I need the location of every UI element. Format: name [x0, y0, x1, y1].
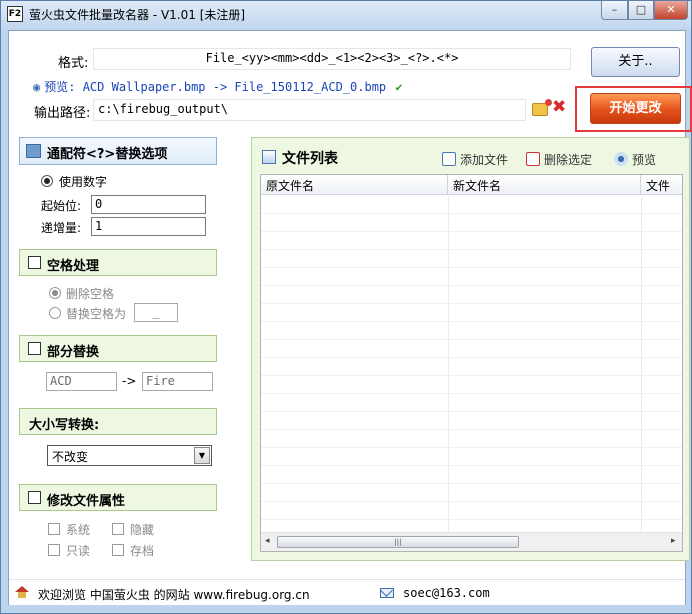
column-header-file[interactable]: 文件	[641, 175, 682, 195]
delete-space-radio[interactable]	[49, 287, 61, 299]
window-title: 萤火虫文件批量改名器 - V1.01 [未注册]	[29, 8, 246, 22]
maximize-button[interactable]: □	[628, 1, 654, 20]
readonly-attr-label: 只读	[66, 544, 91, 558]
eye-icon: ◉	[33, 80, 41, 94]
scroll-left-icon[interactable]: ◂	[265, 536, 270, 546]
scrollbar-thumb[interactable]: |||	[277, 536, 519, 548]
space-enable-checkbox[interactable]	[28, 256, 41, 269]
replace-space-label: 替换空格为	[66, 307, 127, 321]
hidden-attr-checkbox[interactable]	[112, 523, 124, 535]
column-header-new[interactable]: 新文件名	[448, 175, 641, 195]
email-link[interactable]: soec@163.com	[403, 586, 490, 600]
start-pos-input[interactable]: 0	[91, 195, 206, 214]
attributes-checkbox[interactable]	[28, 491, 41, 504]
replace-arrow: ->	[122, 374, 137, 388]
hidden-attr-label: 隐藏	[130, 523, 155, 537]
preview-button-label: 预览	[632, 153, 657, 167]
system-attr-label: 系统	[66, 523, 91, 537]
preview-line: ◉ 预览: ACD Wallpaper.bmp -> File_150112_AC…	[33, 78, 403, 95]
start-pos-label: 起始位:	[41, 199, 82, 213]
use-number-radio[interactable]	[41, 175, 53, 187]
options-icon	[26, 144, 41, 158]
home-icon	[15, 586, 29, 598]
system-attr-checkbox[interactable]	[48, 523, 60, 535]
delete-selected-label: 删除选定	[544, 153, 593, 167]
step-input[interactable]: 1	[91, 217, 206, 236]
column-header-original[interactable]: 原文件名	[261, 175, 448, 195]
case-section-header: 大小写转换:	[19, 408, 217, 435]
wildcard-section-header: 通配符<?>替换选项	[19, 137, 217, 165]
readonly-attr-checkbox[interactable]	[48, 544, 60, 556]
delete-icon	[526, 152, 540, 166]
format-label: 格式:	[58, 56, 89, 71]
output-path-label: 输出路径:	[34, 106, 91, 121]
case-section-title: 大小写转换:	[29, 418, 100, 433]
preview-value: ACD Wallpaper.bmp -> File_150112_ACD_0.b…	[82, 80, 387, 94]
minimize-button[interactable]: –	[601, 1, 628, 20]
file-list-title: 文件列表	[282, 151, 338, 167]
delete-selected-button[interactable]: 删除选定	[526, 151, 592, 168]
mail-icon	[380, 588, 394, 598]
attributes-section-title: 修改文件属性	[47, 494, 126, 509]
partial-replace-checkbox[interactable]	[28, 342, 41, 355]
partial-replace-section-title: 部分替换	[47, 345, 100, 360]
table-body[interactable]	[261, 196, 682, 532]
add-file-icon	[442, 152, 456, 166]
file-list-icon	[262, 150, 276, 164]
space-section-title: 空格处理	[47, 259, 100, 274]
wildcard-section-title: 通配符<?>替换选项	[47, 147, 168, 162]
scroll-right-icon[interactable]: ▸	[671, 536, 676, 546]
step-label: 递增量:	[41, 221, 82, 235]
preview-eye-icon	[614, 152, 628, 166]
replace-text-input[interactable]: Fire	[142, 372, 213, 391]
archive-attr-checkbox[interactable]	[112, 544, 124, 556]
find-text-input[interactable]: ACD	[46, 372, 117, 391]
add-files-label: 添加文件	[460, 153, 509, 167]
start-rename-button[interactable]: 开始更改	[590, 93, 681, 124]
browse-folder-icon[interactable]	[532, 99, 552, 116]
title-bar[interactable]: F2 萤火虫文件批量改名器 - V1.01 [未注册] – □ ✕	[1, 1, 691, 29]
website-link[interactable]: 欢迎浏览 中国萤火虫 的网站 www.firebug.org.cn	[38, 586, 310, 603]
checkmark-icon: ✔	[395, 80, 403, 94]
file-list-panel: 文件列表 添加文件 删除选定 预览 原文件名 新文件名 文件 ◂ ||| ▸	[251, 137, 690, 561]
delete-space-label: 删除空格	[66, 287, 115, 301]
use-number-label: 使用数字	[59, 175, 108, 189]
output-path-input[interactable]: c:\firebug_output\	[93, 99, 526, 121]
case-select-value: 不改变	[52, 450, 89, 464]
column-divider	[448, 196, 449, 532]
app-icon: F2	[7, 6, 23, 22]
chevron-down-icon[interactable]: ▼	[194, 447, 210, 464]
archive-attr-label: 存档	[130, 544, 155, 558]
clear-path-icon[interactable]: ✖	[552, 98, 568, 116]
space-section-header[interactable]: 空格处理	[19, 249, 217, 276]
add-files-button[interactable]: 添加文件	[442, 151, 508, 168]
preview-button[interactable]: 预览	[614, 151, 656, 168]
case-select[interactable]: 不改变 ▼	[47, 445, 212, 466]
partial-replace-section-header[interactable]: 部分替换	[19, 335, 217, 362]
attributes-section-header[interactable]: 修改文件属性	[19, 484, 217, 511]
horizontal-scrollbar[interactable]: ◂ ||| ▸	[261, 532, 682, 551]
file-table[interactable]: 原文件名 新文件名 文件 ◂ ||| ▸	[260, 174, 683, 552]
preview-label: 预览:	[44, 80, 76, 94]
close-button[interactable]: ✕	[654, 1, 688, 20]
about-button[interactable]: 关于..	[591, 47, 680, 77]
status-bar: 欢迎浏览 中国萤火虫 的网站 www.firebug.org.cn soec@1…	[9, 579, 685, 605]
main-client-area: 格式: File_<yy><mm><dd>_<1><2><3>_<?>.<*> …	[8, 30, 692, 605]
table-header: 原文件名 新文件名 文件	[261, 175, 682, 195]
format-input[interactable]: File_<yy><mm><dd>_<1><2><3>_<?>.<*>	[93, 48, 571, 70]
column-divider	[641, 196, 642, 532]
app-window: F2 萤火虫文件批量改名器 - V1.01 [未注册] – □ ✕ 格式: Fi…	[0, 0, 692, 614]
replace-space-radio[interactable]	[49, 307, 61, 319]
replace-space-input[interactable]: _	[134, 303, 178, 322]
